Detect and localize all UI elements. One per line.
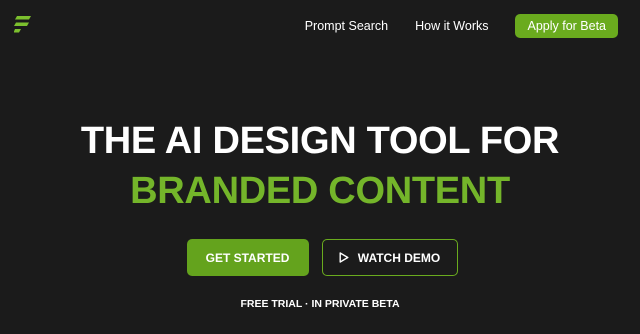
get-started-button[interactable]: GET STARTED bbox=[186, 239, 309, 276]
hero-headline-accent: BRANDED CONTENT bbox=[130, 170, 510, 212]
nav-link-how-it-works[interactable]: How it Works bbox=[415, 14, 488, 38]
hero-headline: THE AI DESIGN TOOL FOR bbox=[80, 120, 560, 162]
trial-note: FREE TRIAL · IN PRIVATE BETA bbox=[240, 298, 400, 310]
apply-for-beta-button[interactable]: Apply for Beta bbox=[515, 14, 618, 38]
watch-demo-button[interactable]: WATCH DEMO bbox=[321, 239, 458, 276]
landing-page: Prompt Search How it Works Apply for Bet… bbox=[0, 0, 640, 334]
play-icon bbox=[339, 252, 349, 263]
top-nav: Prompt Search How it Works Apply for Bet… bbox=[305, 14, 618, 38]
hero-cta-row: GET STARTED WATCH DEMO bbox=[0, 239, 640, 276]
brand-logo-icon[interactable] bbox=[14, 15, 32, 35]
nav-link-prompt-search[interactable]: Prompt Search bbox=[305, 14, 388, 38]
get-started-label: GET STARTED bbox=[205, 250, 290, 265]
watch-demo-label: WATCH DEMO bbox=[357, 250, 441, 265]
